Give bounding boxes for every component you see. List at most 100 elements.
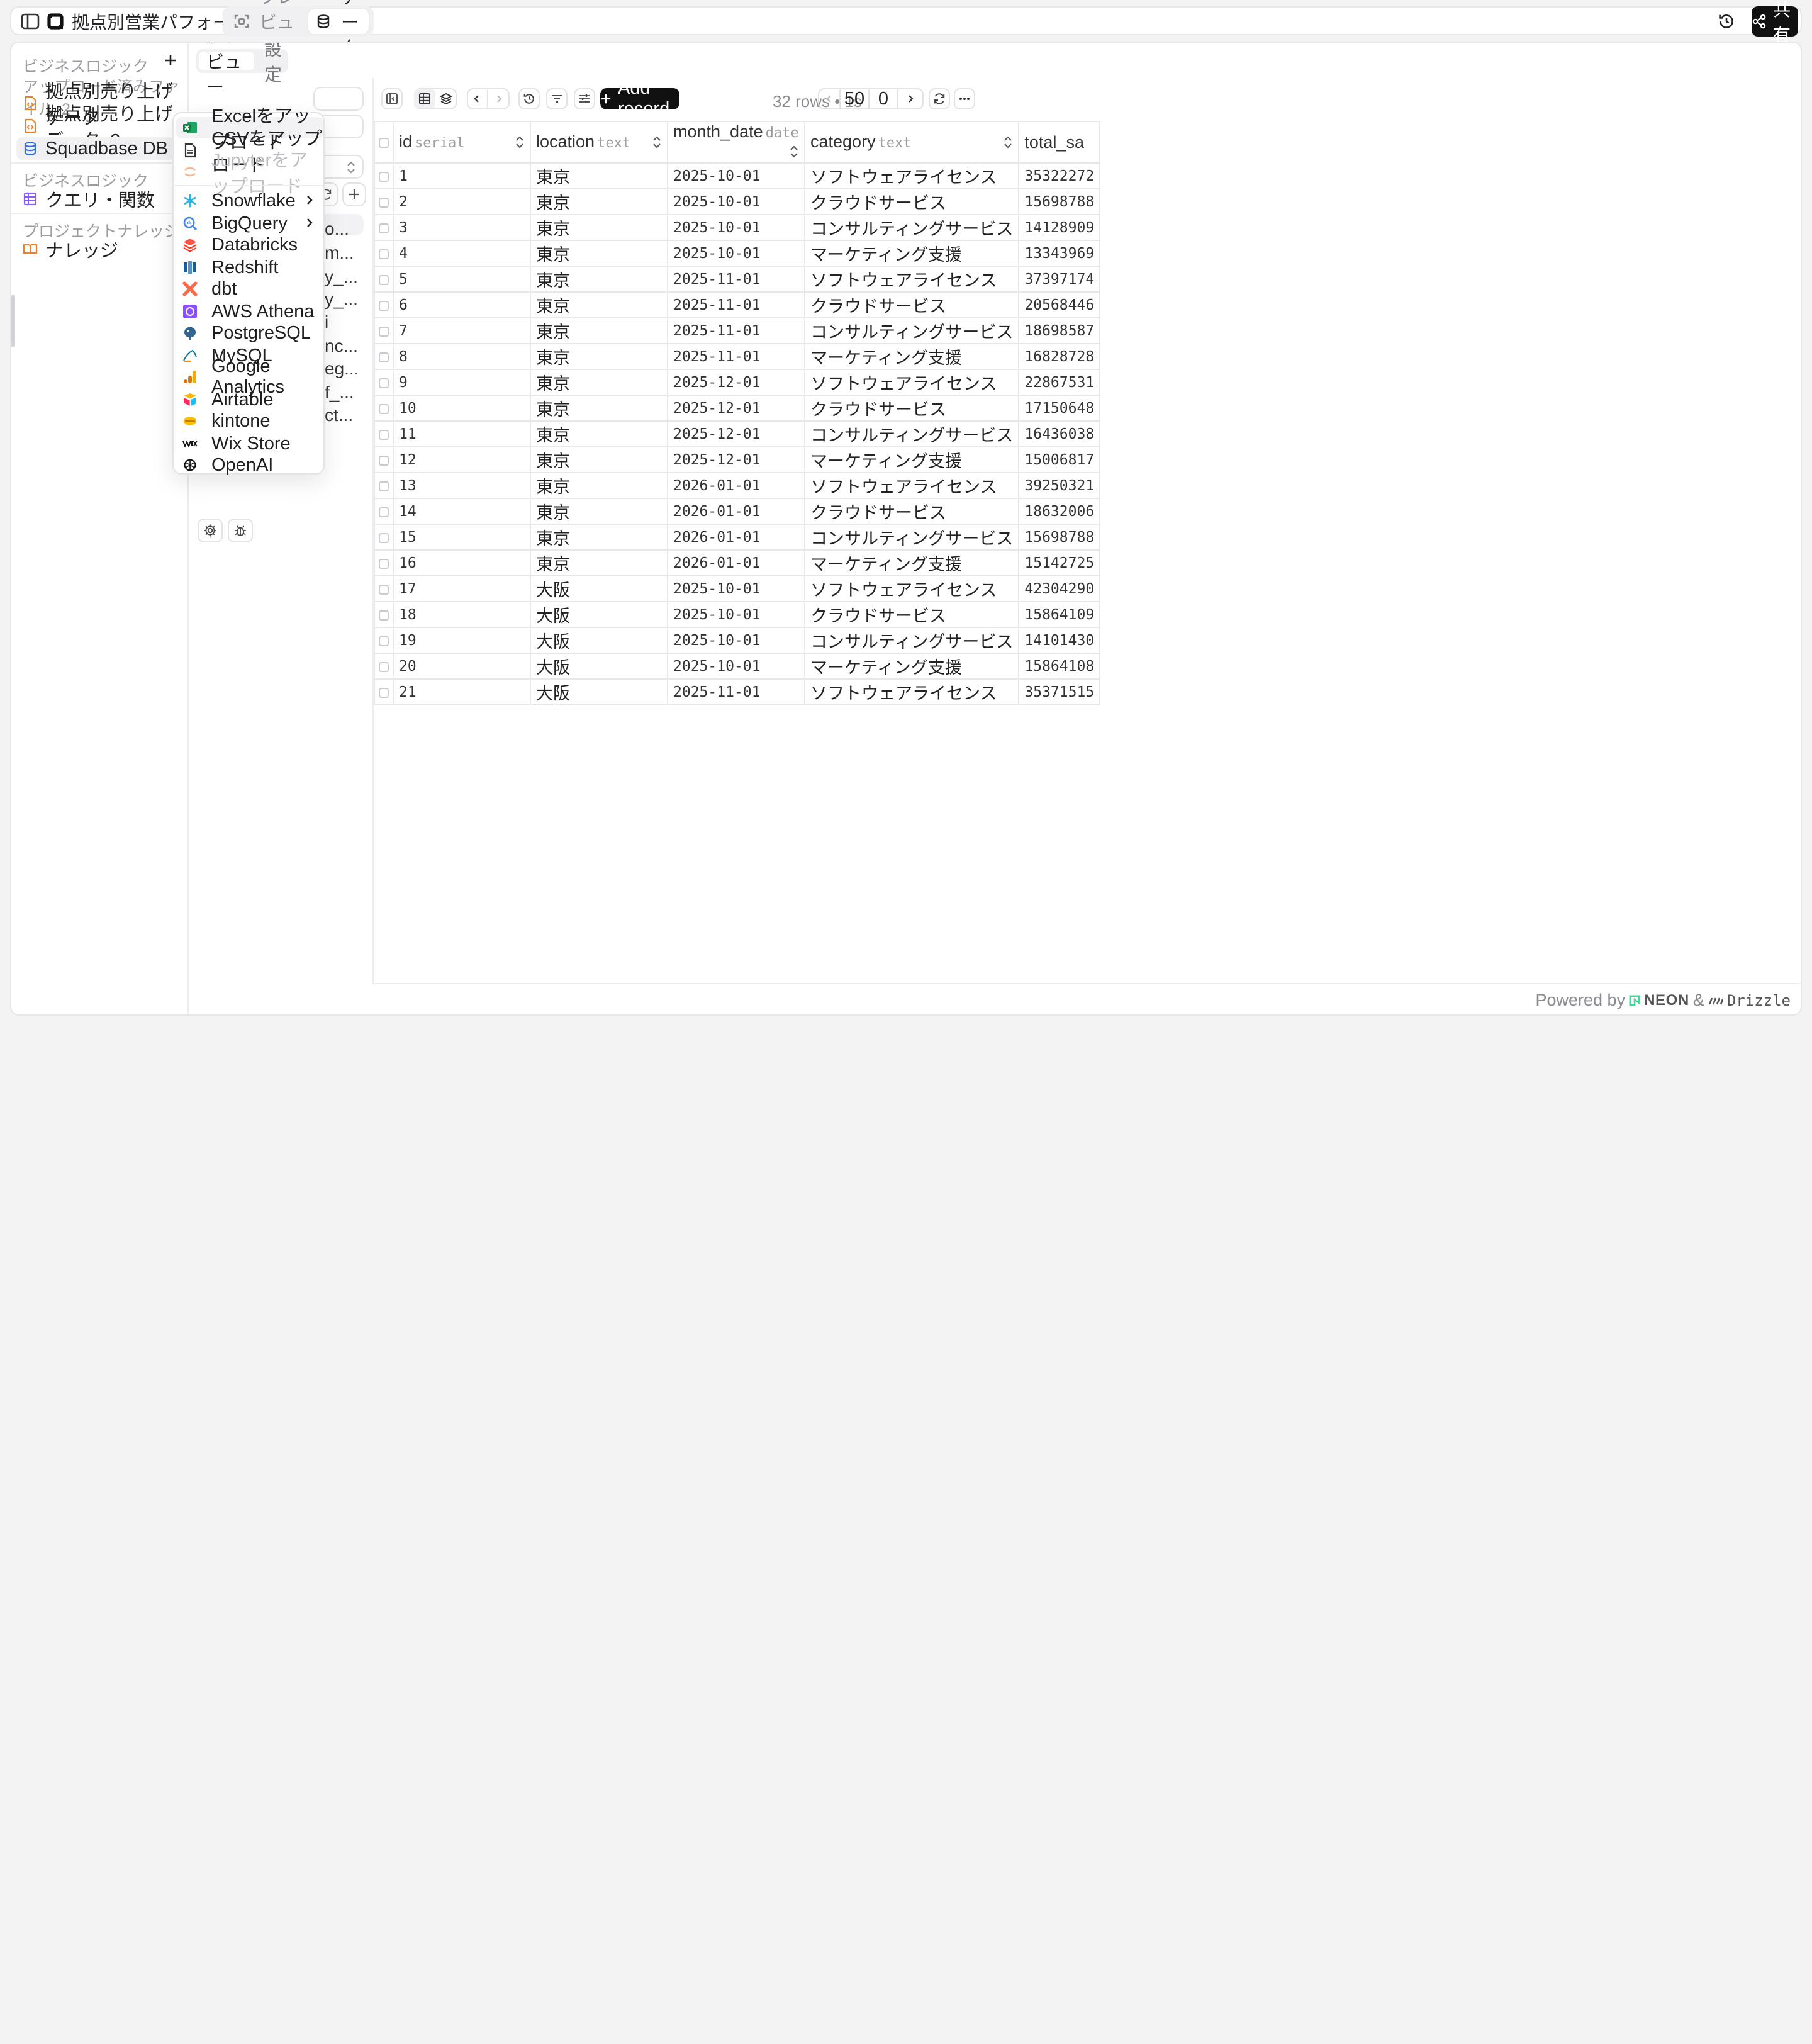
menu-item-dbt[interactable]: dbt <box>176 278 323 300</box>
table-cell[interactable]: 18 <box>393 601 531 628</box>
menu-item-postgresql[interactable]: PostgreSQL <box>176 322 323 344</box>
table-cell[interactable]: 2025-10-01 <box>667 653 805 680</box>
table-cell[interactable]: 大阪 <box>530 575 668 602</box>
table-cell[interactable]: 14128909 <box>1018 214 1101 241</box>
table-cell[interactable]: 10 <box>393 395 531 422</box>
table-cell[interactable]: 2 <box>393 188 531 215</box>
table-cell[interactable]: ソフトウェアライセンス <box>803 369 1020 396</box>
checkbox[interactable] <box>379 636 389 647</box>
sidebar-item-query[interactable]: クエリ・関数 <box>16 188 175 211</box>
row-checkbox-cell[interactable] <box>374 162 394 189</box>
table-cell[interactable]: 東京 <box>530 498 668 525</box>
table-cell[interactable]: 2025-10-01 <box>667 627 805 654</box>
table-cell[interactable]: 東京 <box>530 317 668 344</box>
filter-button[interactable] <box>546 88 568 110</box>
table-cell[interactable]: 東京 <box>530 266 668 293</box>
table-row[interactable]: 3 東京 2025-10-01 コンサルティングサービス 14128909 <box>374 214 1101 241</box>
checkbox[interactable] <box>379 507 389 518</box>
table-cell[interactable]: コンサルティングサービス <box>803 627 1020 654</box>
checkbox[interactable] <box>379 404 389 415</box>
checkbox[interactable] <box>379 249 389 260</box>
table-cell[interactable]: 2025-10-01 <box>667 601 805 628</box>
table-cell[interactable]: 12 <box>393 446 531 473</box>
checkbox[interactable] <box>379 352 389 363</box>
table-row[interactable]: 2 東京 2025-10-01 クラウドサービス 15698788 <box>374 188 1101 215</box>
table-list-item[interactable]: m... <box>325 243 354 263</box>
table-cell[interactable]: クラウドサービス <box>803 188 1020 215</box>
table-cell[interactable]: クラウドサービス <box>803 498 1020 525</box>
menu-item-redshift[interactable]: Redshift <box>176 257 323 278</box>
offset-input[interactable]: 0 <box>870 89 898 109</box>
table-cell[interactable]: ソフトウェアライセンス <box>803 678 1020 705</box>
table-cell[interactable]: 2026-01-01 <box>667 549 805 576</box>
sort-icon[interactable] <box>789 143 799 162</box>
table-cell[interactable]: 東京 <box>530 291 668 318</box>
column-header-id[interactable]: id serial <box>393 121 531 164</box>
table-cell[interactable]: 39250321 <box>1018 472 1101 499</box>
table-list-item[interactable]: eg... <box>325 359 359 379</box>
table-row[interactable]: 21 大阪 2025-11-01 ソフトウェアライセンス 35371515 <box>374 678 1101 705</box>
table-row[interactable]: 9 東京 2025-12-01 ソフトウェアライセンス 22867531 <box>374 369 1101 396</box>
table-row[interactable]: 1 東京 2025-10-01 ソフトウェアライセンス 35322272 <box>374 162 1101 189</box>
table-list-item[interactable]: y_... <box>325 267 358 287</box>
next-page-button[interactable] <box>898 89 922 108</box>
menu-item-aws-athena[interactable]: AWS Athena <box>176 301 323 322</box>
table-cell[interactable]: 8 <box>393 343 531 370</box>
table-cell[interactable]: コンサルティングサービス <box>803 524 1020 551</box>
checkbox[interactable] <box>379 456 389 466</box>
table-row[interactable]: 8 東京 2025-11-01 マーケティング支援 16828728 <box>374 343 1101 370</box>
row-checkbox-cell[interactable] <box>374 420 394 447</box>
limit-input[interactable]: 50 <box>841 89 870 109</box>
table-cell[interactable]: マーケティング支援 <box>803 549 1020 576</box>
table-row[interactable]: 10 東京 2025-12-01 クラウドサービス 17150648 <box>374 395 1101 422</box>
column-header-total_sa[interactable]: total_sa <box>1018 121 1101 164</box>
table-row[interactable]: 13 東京 2026-01-01 ソフトウェアライセンス 39250321 <box>374 472 1101 499</box>
table-cell[interactable]: 14101430 <box>1018 627 1101 654</box>
table-cell[interactable]: 15 <box>393 524 531 551</box>
table-cell[interactable]: 2025-11-01 <box>667 678 805 705</box>
menu-item-bigquery[interactable]: BigQuery <box>176 213 323 234</box>
table-row[interactable]: 5 東京 2025-11-01 ソフトウェアライセンス 37397174 <box>374 266 1101 293</box>
table-row[interactable]: 16 東京 2026-01-01 マーケティング支援 15142725 <box>374 549 1101 576</box>
table-list-item[interactable]: o... <box>325 219 349 239</box>
table-cell[interactable]: コンサルティングサービス <box>803 214 1020 241</box>
table-cell[interactable]: 6 <box>393 291 531 318</box>
prev-page-button[interactable] <box>819 89 841 108</box>
table-row[interactable]: 20 大阪 2025-10-01 マーケティング支援 15864108 <box>374 653 1101 680</box>
table-cell[interactable]: 13343969 <box>1018 240 1101 267</box>
columns-settings-button[interactable] <box>574 88 595 110</box>
menu-item-snowflake[interactable]: Snowflake <box>176 190 323 211</box>
row-checkbox-cell[interactable] <box>374 472 394 499</box>
sort-icon[interactable] <box>652 133 662 153</box>
table-cell[interactable]: 1 <box>393 162 531 189</box>
table-cell[interactable]: 大阪 <box>530 601 668 628</box>
table-cell[interactable]: 19 <box>393 627 531 654</box>
table-cell[interactable]: 5 <box>393 266 531 293</box>
tab-data[interactable]: データ <box>308 0 369 57</box>
table-cell[interactable]: 東京 <box>530 395 668 422</box>
add-source-button[interactable] <box>162 52 179 69</box>
row-checkbox-cell[interactable] <box>374 369 394 396</box>
checkbox[interactable] <box>379 301 389 312</box>
add-record-button[interactable]: Add record <box>600 78 680 119</box>
share-button[interactable]: 共有 <box>1752 0 1798 45</box>
table-cell[interactable]: コンサルティングサービス <box>803 317 1020 344</box>
table-cell[interactable]: 22867531 <box>1018 369 1101 396</box>
table-row[interactable]: 12 東京 2025-12-01 マーケティング支援 15006817 <box>374 446 1101 473</box>
checkbox[interactable] <box>379 559 389 570</box>
row-checkbox-cell[interactable] <box>374 678 394 705</box>
settings-button[interactable] <box>198 519 223 542</box>
table-cell[interactable]: 20 <box>393 653 531 680</box>
layers-icon[interactable] <box>435 89 457 108</box>
table-cell[interactable]: 東京 <box>530 214 668 241</box>
table-cell[interactable]: 18632006 <box>1018 498 1101 525</box>
checkbox[interactable] <box>379 138 389 149</box>
table-cell[interactable]: 13 <box>393 472 531 499</box>
row-checkbox-cell[interactable] <box>374 524 394 551</box>
table-cell[interactable]: 15864108 <box>1018 653 1101 680</box>
menu-item-openai[interactable]: OpenAI <box>176 454 323 476</box>
table-cell[interactable]: クラウドサービス <box>803 291 1020 318</box>
table-cell[interactable]: 15698788 <box>1018 524 1101 551</box>
table-view-icon[interactable] <box>414 89 435 108</box>
sidebar-item-squadbase-db[interactable]: Squadbase DB <box>16 137 175 160</box>
